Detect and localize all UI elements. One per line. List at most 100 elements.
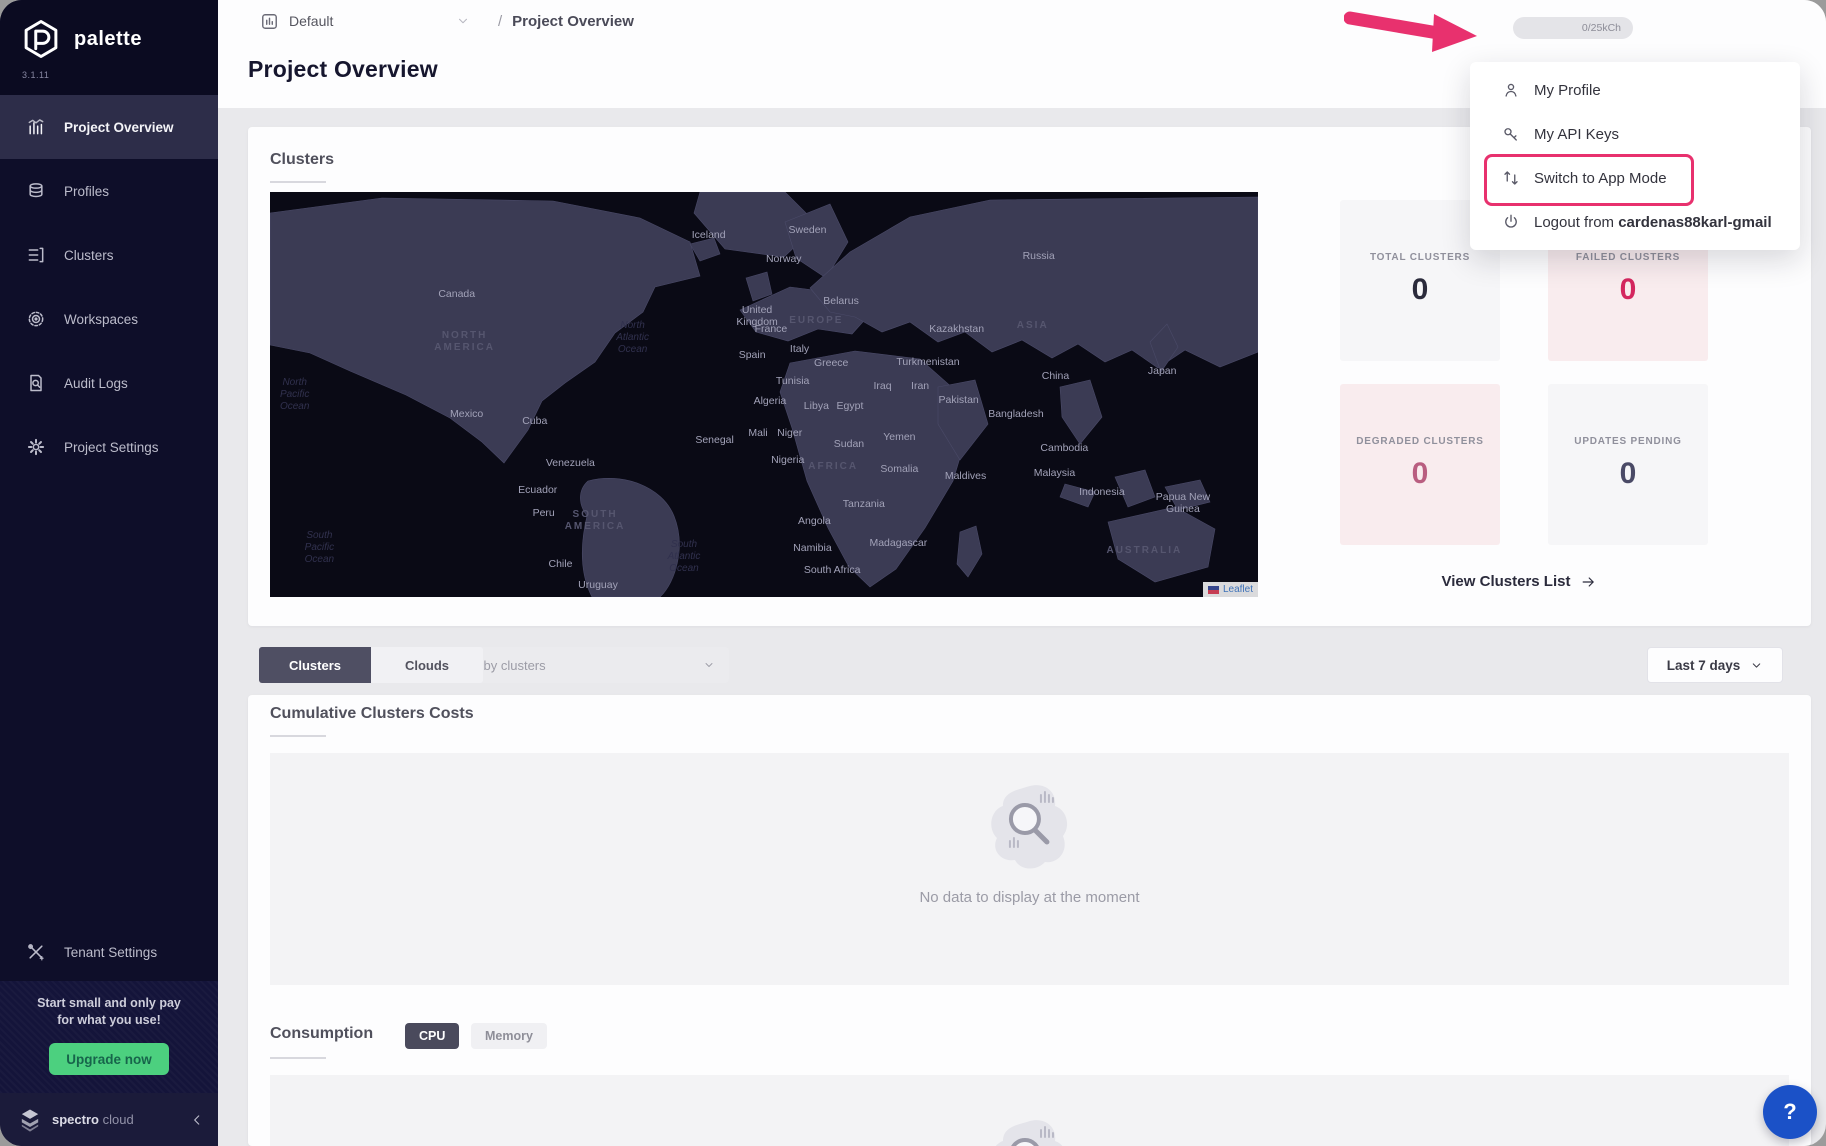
project-selector-value: Default: [289, 13, 333, 29]
menu-item-icon: [1502, 169, 1520, 187]
costs-consumption-panel: Cumulative Clusters Costs No data to dis…: [248, 695, 1811, 1146]
project-selector[interactable]: Default: [260, 12, 470, 31]
menu-item-label: My API Keys: [1534, 126, 1619, 143]
chevron-down-icon: [456, 14, 470, 28]
no-data-icon-partial: [984, 1118, 1076, 1146]
scope-tab[interactable]: Clusters: [259, 647, 371, 683]
sidebar-item-icon: [26, 373, 46, 393]
section-underline: [270, 735, 326, 737]
brand-block: palette 3.1.11: [0, 0, 218, 95]
consumption-toggle[interactable]: CPU: [405, 1023, 459, 1049]
tools-icon: [26, 942, 46, 962]
sidebar-item[interactable]: Audit Logs: [0, 351, 218, 415]
sidebar-item[interactable]: Clusters: [0, 223, 218, 287]
no-data-message: No data to display at the moment: [919, 889, 1139, 906]
stat-value: 0: [1548, 457, 1708, 491]
sidebar-item-label: Workspaces: [64, 312, 138, 327]
no-data-icon: [984, 1118, 1076, 1146]
cluster-stat-card: DEGRADED CLUSTERS 0: [1340, 384, 1500, 545]
sidebar: palette 3.1.11 Project Overview Profiles…: [0, 0, 218, 1146]
usage-quota-pill[interactable]: 0/25kCh: [1513, 17, 1633, 39]
cluster-stats-grid: TOTAL CLUSTERS 0 FAILED CLUSTERS 0 DEGRA…: [1340, 200, 1708, 674]
sidebar-nav: Project Overview Profiles Clusters Works…: [0, 95, 218, 479]
sidebar-item-icon: [26, 245, 46, 265]
consumption-chart-area: [270, 1075, 1789, 1146]
sidebar-item-label: Clusters: [64, 248, 114, 263]
upgrade-now-button[interactable]: Upgrade now: [49, 1043, 169, 1075]
user-dropdown-menu: My Profile My API Keys Switch to App Mod…: [1470, 62, 1800, 250]
stat-value: 0: [1340, 457, 1500, 491]
sidebar-item-icon: [26, 309, 46, 329]
sidebar-item-label: Project Overview: [64, 120, 174, 135]
sidebar-footer: spectro cloud: [0, 1093, 218, 1146]
menu-item-icon: [1502, 125, 1520, 143]
section-underline: [270, 1057, 326, 1059]
breadcrumb: Project Overview: [512, 13, 634, 30]
palette-logo-icon: [20, 18, 62, 60]
date-range-value: Last 7 days: [1667, 658, 1741, 673]
sidebar-item[interactable]: Project Settings: [0, 415, 218, 479]
scope-tab[interactable]: Clouds: [371, 647, 483, 683]
app-window: palette 3.1.11 Project Overview Profiles…: [0, 0, 1826, 1146]
menu-item-label: My Profile: [1534, 82, 1601, 99]
consumption-section-title: Consumption: [270, 1025, 373, 1043]
user-menu-item[interactable]: Switch to App Mode: [1470, 156, 1800, 200]
sidebar-item-label: Profiles: [64, 184, 109, 199]
costs-chart-area: No data to display at the moment: [270, 753, 1789, 985]
project-selector-icon: [260, 12, 279, 31]
upgrade-promo: Start small and only pay for what you us…: [0, 981, 218, 1093]
costs-section-title: Cumulative Clusters Costs: [270, 705, 474, 723]
world-map-graphic: [270, 192, 1258, 597]
user-menu-items: My Profile My API Keys Switch to App Mod…: [1470, 68, 1800, 244]
clusters-section-title: Clusters: [270, 151, 334, 169]
topbar: Default / Project Overview 0/25kCh: [218, 0, 1826, 42]
sidebar-item-label: Project Settings: [64, 440, 159, 455]
clusters-world-map[interactable]: Iceland Sweden Norway Russia Canada Unit…: [270, 192, 1258, 597]
cluster-stat-card: UPDATES PENDING 0: [1548, 384, 1708, 545]
breadcrumb-separator: /: [498, 13, 502, 30]
stat-label: DEGRADED CLUSTERS: [1340, 436, 1500, 447]
sidebar-item-label: Audit Logs: [64, 376, 128, 391]
sidebar-item-icon: [26, 117, 46, 137]
tenant-settings-label: Tenant Settings: [64, 945, 157, 960]
promo-line-2: for what you use!: [10, 1012, 208, 1029]
menu-item-label: Switch to App Mode: [1534, 170, 1667, 187]
user-menu-item[interactable]: My API Keys: [1470, 112, 1800, 156]
sidebar-item[interactable]: Project Overview: [0, 95, 218, 159]
section-underline: [270, 181, 326, 183]
menu-item-label: Logout from cardenas88karl-gmail: [1534, 214, 1772, 231]
flag-icon: [1208, 586, 1219, 594]
stat-label: FAILED CLUSTERS: [1548, 252, 1708, 263]
view-clusters-list-label: View Clusters List: [1442, 573, 1571, 590]
sidebar-item[interactable]: Workspaces: [0, 287, 218, 351]
map-attribution[interactable]: Leaflet: [1203, 582, 1258, 597]
footer-brand: spectro cloud: [52, 1112, 134, 1127]
chevron-down-icon: [1750, 659, 1763, 672]
stat-value: 0: [1340, 273, 1500, 307]
stat-value: 0: [1548, 273, 1708, 307]
sidebar-collapse-button[interactable]: [190, 1113, 204, 1127]
user-menu-item[interactable]: My Profile: [1470, 68, 1800, 112]
sidebar-item-icon: [26, 437, 46, 457]
scope-tabs: Clusters Clouds: [259, 647, 483, 683]
help-button[interactable]: ?: [1763, 1085, 1817, 1139]
arrow-right-icon: [1580, 574, 1596, 590]
consumption-toggle[interactable]: Memory: [471, 1023, 547, 1049]
stat-label: UPDATES PENDING: [1548, 436, 1708, 447]
sidebar-item[interactable]: Profiles: [0, 159, 218, 223]
menu-item-icon: [1502, 81, 1520, 99]
sidebar-item-tenant-settings[interactable]: Tenant Settings: [0, 923, 218, 981]
menu-item-icon: [1502, 213, 1520, 231]
map-attribution-label: Leaflet: [1223, 584, 1253, 595]
app-version: 3.1.11: [22, 70, 218, 80]
spectro-cloud-logo: [16, 1106, 44, 1134]
user-menu-item[interactable]: Logout from cardenas88karl-gmail: [1470, 200, 1800, 244]
stat-label: TOTAL CLUSTERS: [1340, 252, 1500, 263]
empty-state: No data to display at the moment: [919, 783, 1139, 906]
date-range-select[interactable]: Last 7 days: [1647, 647, 1783, 683]
promo-line-1: Start small and only pay: [10, 995, 208, 1012]
sidebar-item-icon: [26, 181, 46, 201]
no-data-icon: [984, 783, 1076, 873]
view-clusters-list-link[interactable]: View Clusters List: [1442, 573, 1597, 590]
chevron-down-icon: [703, 659, 715, 671]
